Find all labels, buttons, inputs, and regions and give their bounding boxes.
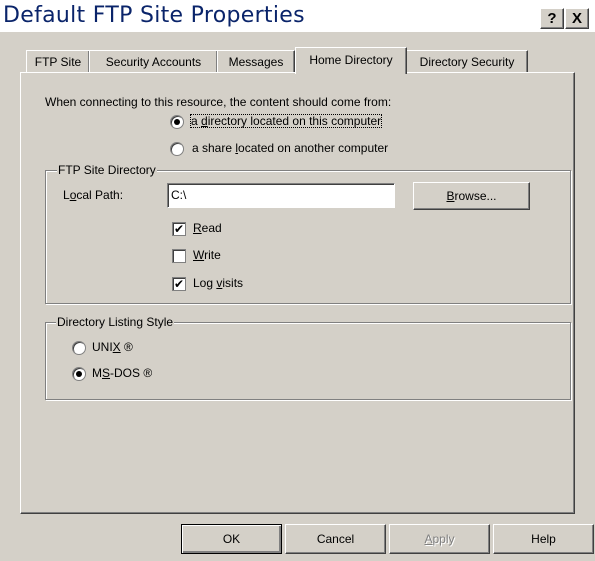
radio-unix-label: UNIX ® xyxy=(92,340,133,354)
radio-msdos-label: MS-DOS ® xyxy=(92,366,153,380)
radio-unix[interactable]: UNIX ® xyxy=(72,340,192,356)
log-visits-checkbox[interactable]: ✔ Log visits xyxy=(172,276,292,292)
radio-msdos[interactable]: MS-DOS ® xyxy=(72,366,192,382)
content-source-prompt: When connecting to this resource, the co… xyxy=(45,95,392,109)
radio-dot xyxy=(76,371,82,377)
tab-messages[interactable]: Messages xyxy=(217,50,295,73)
radio-local-directory-label: a directory located on this computer xyxy=(190,114,383,128)
radio-share-label: a share located on another computer xyxy=(192,141,389,155)
radio-button[interactable] xyxy=(72,367,86,381)
read-label: Read xyxy=(193,221,222,235)
title-bar[interactable]: Default FTP Site Properties ? X xyxy=(0,0,595,32)
local-path-label: Local Path: xyxy=(63,188,124,202)
help-footer-button[interactable]: Help xyxy=(493,524,594,554)
radio-share[interactable]: a share located on another computer xyxy=(170,141,430,157)
checkbox-box[interactable]: ✔ xyxy=(172,277,186,291)
help-button[interactable]: ? xyxy=(540,8,564,29)
apply-button[interactable]: Apply xyxy=(389,524,490,554)
window-title: Default FTP Site Properties xyxy=(3,3,305,28)
radio-button[interactable] xyxy=(72,341,86,355)
log-visits-label: Log visits xyxy=(193,276,244,290)
tab-directory-security[interactable]: Directory Security xyxy=(406,50,528,73)
ok-button[interactable]: OK xyxy=(181,524,282,554)
close-button[interactable]: X xyxy=(565,8,589,29)
directory-listing-style-legend: Directory Listing Style xyxy=(56,315,175,329)
tab-ftp-site[interactable]: FTP Site xyxy=(26,50,90,73)
radio-button[interactable] xyxy=(170,142,184,156)
radio-button[interactable] xyxy=(170,115,184,129)
tab-home-directory[interactable]: Home Directory xyxy=(295,47,407,74)
checkbox-box[interactable] xyxy=(172,249,186,263)
read-checkbox[interactable]: ✔ Read xyxy=(172,221,292,237)
radio-dot xyxy=(174,119,180,125)
ftp-site-directory-legend: FTP Site Directory xyxy=(57,163,157,177)
write-checkbox[interactable]: Write xyxy=(172,248,292,264)
radio-local-directory[interactable]: a directory located on this computer xyxy=(170,114,430,130)
local-path-input[interactable]: C:\ xyxy=(167,183,395,208)
directory-listing-style-group xyxy=(45,322,571,400)
cancel-button[interactable]: Cancel xyxy=(285,524,386,554)
tab-security-accounts[interactable]: Security Accounts xyxy=(89,50,218,73)
checkbox-box[interactable]: ✔ xyxy=(172,222,186,236)
write-label: Write xyxy=(193,248,221,262)
browse-button[interactable]: Browse... xyxy=(413,182,530,210)
